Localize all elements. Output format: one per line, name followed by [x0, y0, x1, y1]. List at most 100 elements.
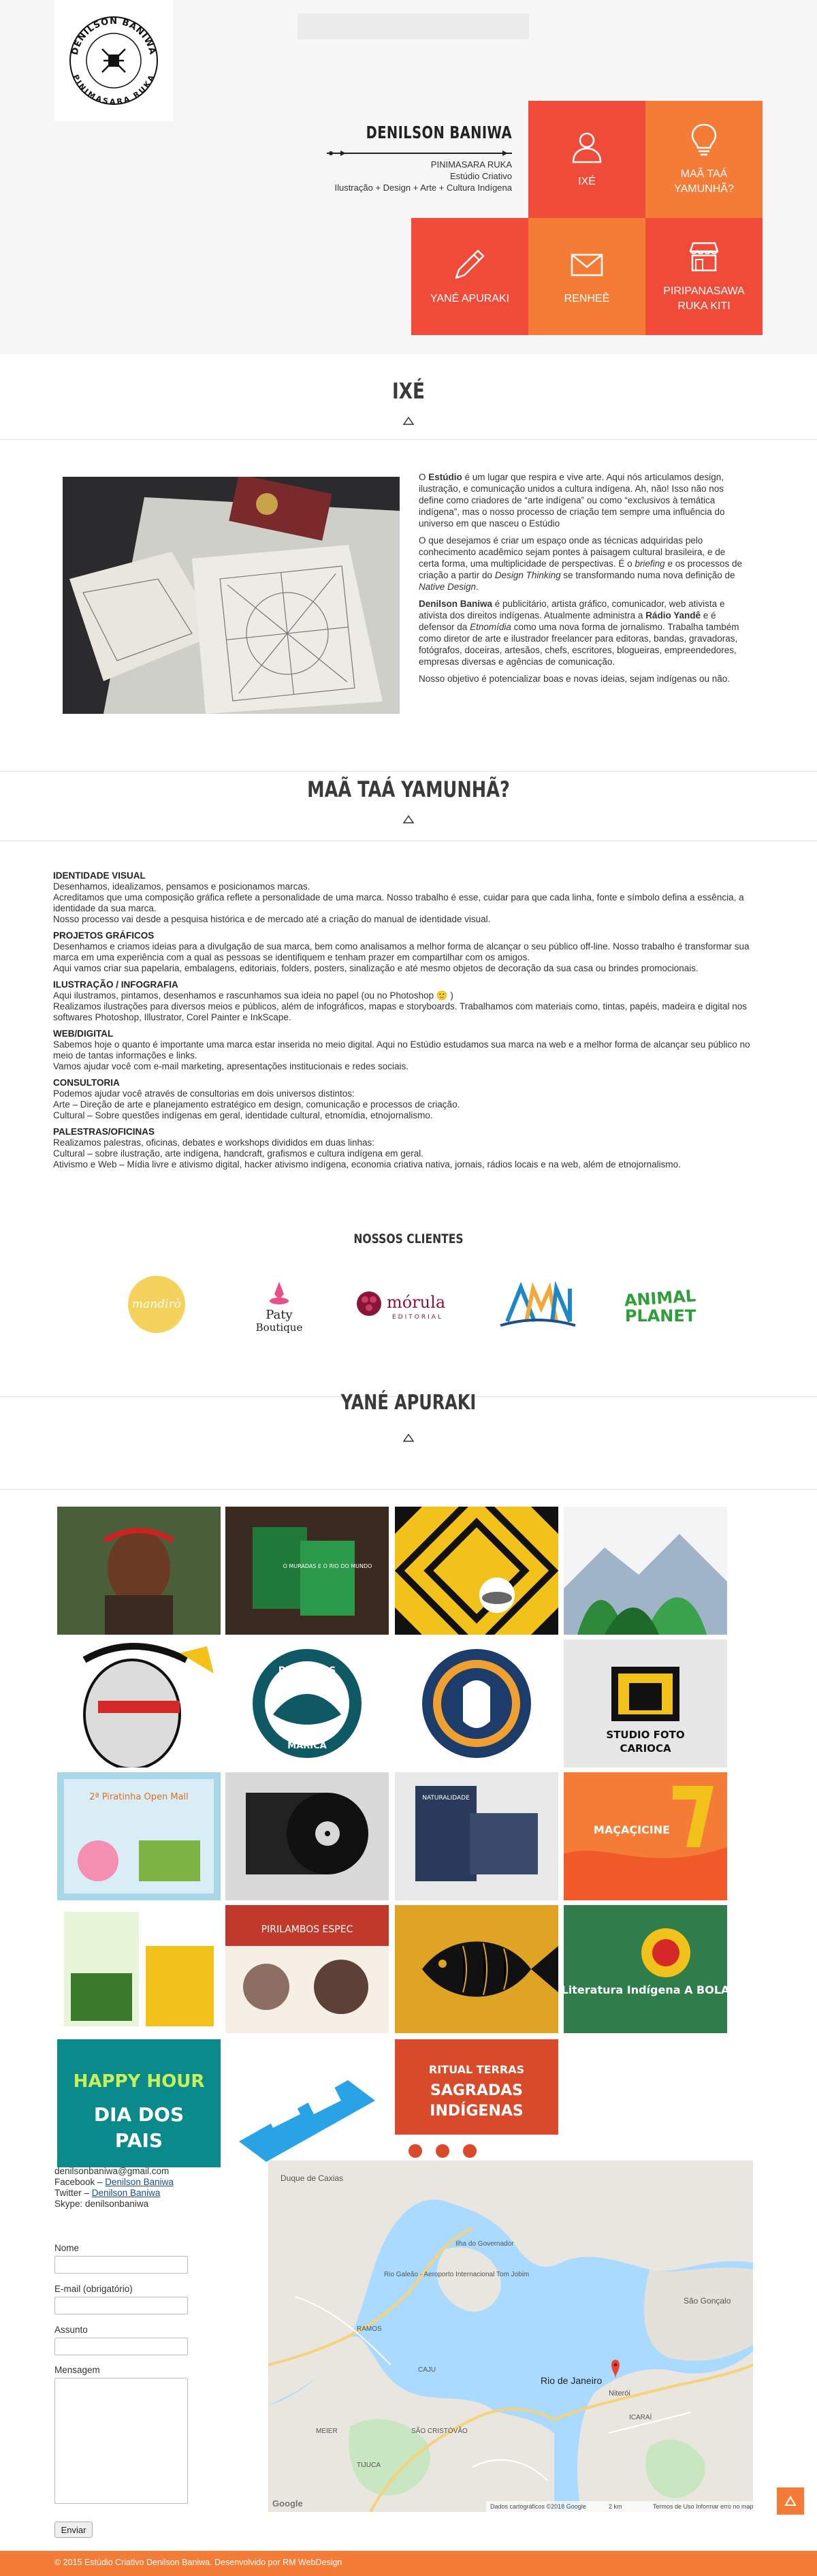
portfolio-item[interactable]	[395, 1905, 558, 2033]
svg-text:PESCADOS: PESCADOS	[278, 1665, 336, 1676]
nav-tile-renhee[interactable]: RENHEÊ	[528, 218, 645, 335]
twitter-link[interactable]: Denilson Baniwa	[92, 2188, 161, 2198]
contact-skype: Skype: denilsonbaniwa	[54, 2199, 149, 2209]
portfolio-thumbnail-image: Literatura Indígena A BOLA	[564, 1905, 727, 2033]
portfolio-thumbnail-image	[57, 1639, 221, 1768]
divider	[0, 1489, 817, 1490]
svg-text:INDÍGENAS: INDÍGENAS	[430, 2102, 523, 2120]
section-title-maa-taa: MAÃ TAÁ YAMUNHÃ?	[307, 776, 510, 802]
portfolio-thumbnail-image: PIRILAMBOS ESPEC	[225, 1905, 389, 2033]
amn-logo-icon	[500, 1281, 576, 1327]
service-line: Cultural – Sobre questões indígenas em g…	[53, 1110, 433, 1120]
portfolio-thumbnail-image	[395, 1905, 558, 2033]
svg-text:CAJU: CAJU	[418, 2366, 436, 2374]
portfolio-item[interactable]: RITUAL TERRAS SAGRADAS INDÍGENAS	[395, 2039, 558, 2167]
brand-subtitle-2: Estúdio Criativo	[449, 171, 512, 181]
client-logo-mandiro: mandirò	[109, 1274, 204, 1335]
svg-text:Rio Galeão - Aeroporto Interna: Rio Galeão - Aeroporto Internacional Tom…	[384, 2271, 529, 2278]
service-block: PALESTRAS/OFICINAS Realizamos palestras, …	[53, 1127, 761, 1170]
section-title-yane-apuraki: YANÉ APURAKI	[340, 1391, 477, 1415]
portfolio-item[interactable]	[395, 1639, 558, 1768]
nav-tile-ixe[interactable]: IXÉ	[528, 101, 645, 218]
service-block: ILUSTRAÇÃO / INFOGRAFIA Aqui ilustramos, …	[53, 979, 761, 1023]
subject-label: Assunto	[54, 2325, 88, 2335]
svg-text:mórula: mórula	[387, 1293, 445, 1312]
svg-text:MARICÁ: MARICÁ	[287, 1740, 326, 1751]
portfolio-item[interactable]: STUDIO FOTO CARIOCA	[564, 1639, 727, 1768]
logo-emblem-icon: DENILSON BANIWA PINIMASARA RUKA	[69, 16, 158, 107]
nav-tile-label: IXÉ	[578, 176, 596, 187]
service-line: Acreditamos que uma composição gráfica r…	[53, 892, 744, 913]
svg-text:Rio de Janeiro: Rio de Janeiro	[541, 2375, 602, 2386]
portfolio-item[interactable]: MAÇAÇICINE	[564, 1772, 727, 1900]
portfolio-thumbnail-image: MAÇAÇICINE	[564, 1772, 727, 1900]
svg-text:Ilha do Governador: Ilha do Governador	[455, 2240, 514, 2248]
svg-text:STUDIO FOTO: STUDIO FOTO	[606, 1729, 684, 1741]
portfolio-item[interactable]: HAPPY HOUR DIA DOS PAIS	[57, 2039, 221, 2167]
message-field[interactable]	[54, 2378, 188, 2504]
service-line: Desenhamos e criamos ideias para a divul…	[53, 941, 750, 962]
nav-tile-label: RENHEÊ	[564, 293, 610, 304]
nav-tile-piripanasawa[interactable]: PIRIPANASAWA RUKA KITI	[645, 218, 763, 335]
ixe-photo	[63, 477, 400, 714]
service-title: IDENTIDADE VISUAL	[53, 870, 146, 881]
client-logo-paty-boutique: Paty Boutique	[231, 1274, 327, 1335]
mandiro-logo-icon: mandirò	[128, 1276, 185, 1333]
google-map[interactable]: Duque de Caxias Ilha do Governador Rio G…	[268, 2161, 753, 2512]
contact-twitter: Twitter – Denilson Baniwa	[54, 2188, 161, 2198]
message-label: Mensagem	[54, 2365, 100, 2375]
back-to-top-button[interactable]	[777, 2487, 804, 2515]
triangle-up-icon	[402, 1433, 415, 1442]
client-logo-animal-planet: ANIMAL PLANET	[613, 1274, 708, 1335]
portfolio-item[interactable]: O MURADAS E O RIO DO MUNDO	[225, 1507, 389, 1635]
nav-tile-label: MAÃ TAÁ YAMUNHÃ?	[674, 168, 734, 195]
portfolio-item[interactable]	[225, 1772, 389, 1900]
svg-text:MEIER: MEIER	[316, 2428, 338, 2435]
brand-name: DENILSON BANIWA	[366, 123, 512, 142]
portfolio-item[interactable]: 2ª Piratinha Open Mall	[57, 1772, 221, 1900]
email-label: E-mail (obrigatório)	[54, 2284, 133, 2294]
svg-text:Literatura Indígena A BOLA: Literatura Indígena A BOLA	[564, 1983, 727, 1996]
portfolio-item[interactable]: Literatura Indígena A BOLA	[564, 1905, 727, 2033]
portfolio-item[interactable]: PIRILAMBOS ESPEC	[225, 1905, 389, 2033]
search-bar[interactable]	[298, 14, 529, 40]
site-logo[interactable]: DENILSON BANIWA PINIMASARA RUKA	[54, 0, 174, 121]
store-icon	[689, 242, 719, 272]
service-title: WEB/DIGITAL	[53, 1028, 114, 1039]
service-line: Arte – Direção de arte e planejamento es…	[53, 1099, 460, 1110]
subject-field[interactable]	[54, 2338, 188, 2355]
portfolio-item[interactable]	[564, 1507, 727, 1635]
service-line: Sabemos hoje o quanto é importante uma m…	[53, 1039, 750, 1061]
logo-line-2: PINIMASARA RUKA	[71, 74, 155, 107]
portfolio-item[interactable]	[395, 1507, 558, 1635]
brand-subtitle-3: Ilustração + Design + Arte + Cultura Ind…	[334, 183, 512, 193]
name-field[interactable]	[54, 2256, 188, 2274]
portfolio-item[interactable]: NATURALIDADE	[395, 1772, 558, 1900]
name-label: Nome	[54, 2243, 80, 2253]
facebook-link[interactable]: Denilson Baniwa	[105, 2177, 174, 2187]
email-field[interactable]	[54, 2297, 188, 2314]
portfolio-item[interactable]: PESCADOS MARICÁ	[225, 1639, 389, 1768]
nav-tile-yane-apuraki[interactable]: YANÉ APURAKI	[411, 218, 528, 335]
submit-button[interactable]: Enviar	[54, 2522, 93, 2538]
portfolio-item[interactable]	[57, 1905, 221, 2033]
portfolio-item[interactable]	[57, 1639, 221, 1768]
ixe-paragraph-3: Denilson Baniwa é publicitário, artista …	[419, 599, 739, 667]
svg-text:São Gonçalo: São Gonçalo	[684, 2296, 731, 2306]
svg-text:RAMOS: RAMOS	[357, 2325, 382, 2333]
envelope-icon	[571, 253, 603, 277]
nav-tile-label: YANÉ APURAKI	[430, 293, 510, 304]
client-logo-amn	[490, 1274, 586, 1335]
nav-tile-label: PIRIPANASAWA RUKA KITI	[663, 285, 745, 312]
nav-tile-maa-taa[interactable]: MAÃ TAÁ YAMUNHÃ?	[645, 101, 763, 218]
svg-text:Informar erro no mapa: Informar erro no mapa	[696, 2503, 753, 2510]
svg-text:TIJUCA: TIJUCA	[357, 2462, 381, 2469]
portfolio-item[interactable]	[57, 1507, 221, 1635]
triangle-up-icon	[402, 416, 415, 425]
svg-text:2ª Piratinha Open Mall: 2ª Piratinha Open Mall	[89, 1792, 189, 1802]
animal-planet-logo-icon: ANIMAL PLANET	[624, 1286, 696, 1325]
portfolio-item[interactable]	[225, 2039, 389, 2167]
service-block: IDENTIDADE VISUAL Desenhamos, idealizamos…	[53, 870, 761, 925]
service-title: ILUSTRAÇÃO / INFOGRAFIA	[53, 979, 178, 990]
svg-text:SÃO CRISTÓVÃO: SÃO CRISTÓVÃO	[411, 2426, 468, 2435]
